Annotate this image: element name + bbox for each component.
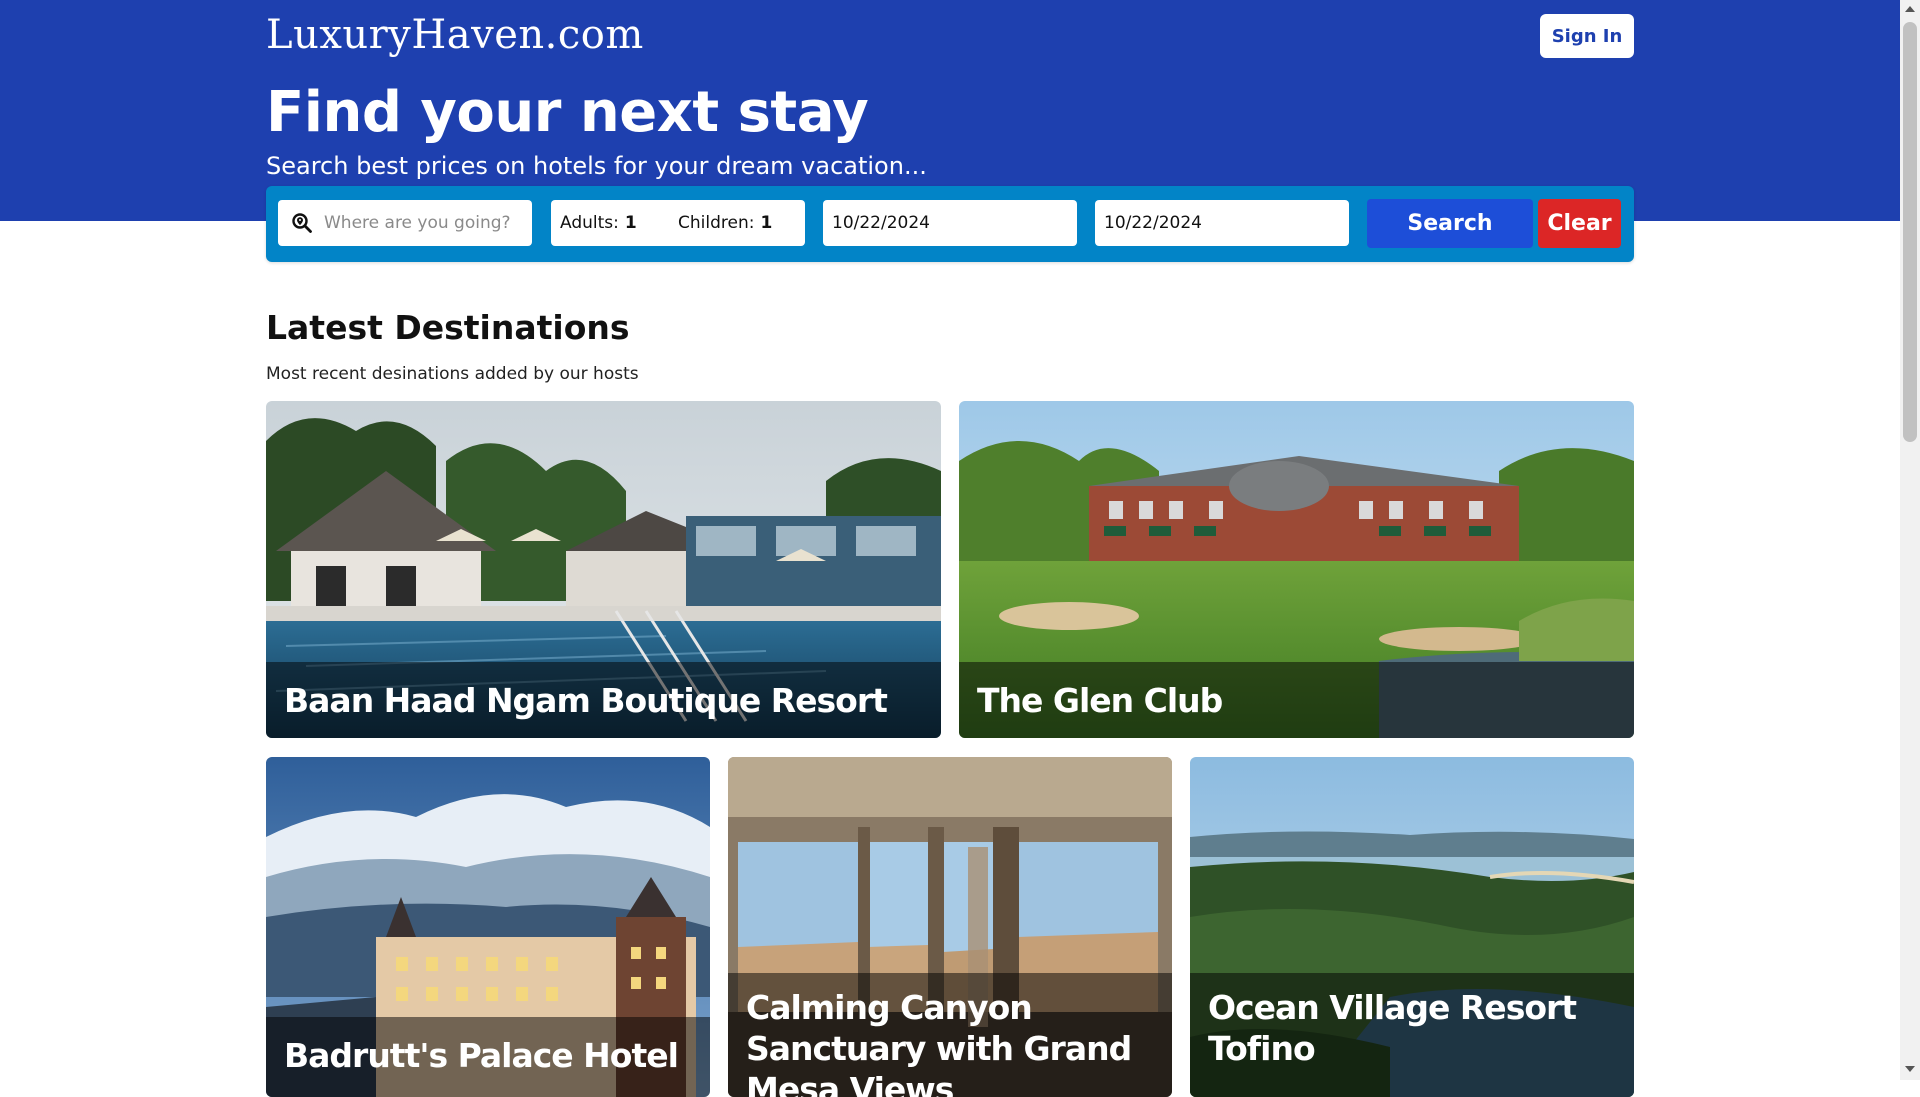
site-logo[interactable]: LuxuryHaven.com: [266, 12, 644, 58]
adults-label: Adults:: [560, 213, 619, 233]
search-location-icon: [290, 211, 314, 235]
card-caption: Baan Haad Ngam Boutique Resort: [266, 662, 941, 738]
destination-card[interactable]: Badrutt's Palace Hotel: [266, 757, 710, 1097]
destination-card[interactable]: The Glen Club: [959, 401, 1634, 738]
card-caption: The Glen Club: [959, 662, 1634, 738]
scroll-up-arrow-icon[interactable]: [1905, 6, 1915, 12]
destination-name: Badrutt's Palace Hotel: [284, 1036, 679, 1075]
card-caption: Badrutt's Palace Hotel: [266, 1017, 710, 1097]
guests-field[interactable]: Adults: 1 Children: 1: [551, 200, 805, 246]
destination-name: The Glen Club: [977, 681, 1223, 720]
destination-card[interactable]: Ocean Village Resort Tofino: [1190, 757, 1634, 1097]
check-out-date-input[interactable]: 10/22/2024: [1095, 200, 1349, 246]
scrollbar-thumb[interactable]: [1903, 22, 1917, 442]
destination-card[interactable]: Calming Canyon Sanctuary with Grand Mesa…: [728, 757, 1172, 1097]
destination-name: Ocean Village Resort Tofino: [1208, 988, 1577, 1068]
section-subtitle: Most recent desinations added by our hos…: [266, 364, 639, 384]
sign-in-button[interactable]: Sign In: [1540, 14, 1634, 58]
children-value: 1: [760, 213, 773, 233]
scroll-down-arrow-icon[interactable]: [1905, 1066, 1915, 1072]
check-in-date-input[interactable]: 10/22/2024: [823, 200, 1077, 246]
destination-name: Calming Canyon Sanctuary with Grand Mesa…: [746, 988, 1132, 1097]
destination-input[interactable]: [324, 213, 514, 233]
section-title: Latest Destinations: [266, 308, 630, 347]
adults-value: 1: [624, 213, 637, 233]
card-caption: Ocean Village Resort Tofino: [1190, 973, 1634, 1097]
destination-field[interactable]: [278, 200, 532, 246]
card-caption: Calming Canyon Sanctuary with Grand Mesa…: [728, 973, 1172, 1097]
search-button[interactable]: Search: [1367, 199, 1533, 248]
destination-name: Baan Haad Ngam Boutique Resort: [284, 681, 888, 720]
search-bar: Adults: 1 Children: 1 10/22/2024 10/22/2…: [266, 186, 1634, 262]
children-label: Children:: [678, 213, 755, 233]
destination-card[interactable]: Baan Haad Ngam Boutique Resort: [266, 401, 941, 738]
adults-input[interactable]: Adults: 1: [560, 213, 678, 233]
children-input[interactable]: Children: 1: [678, 213, 772, 233]
clear-button[interactable]: Clear: [1538, 199, 1621, 248]
hero-subheadline: Search best prices on hotels for your dr…: [266, 152, 927, 180]
hero-headline: Find your next stay: [266, 80, 869, 145]
